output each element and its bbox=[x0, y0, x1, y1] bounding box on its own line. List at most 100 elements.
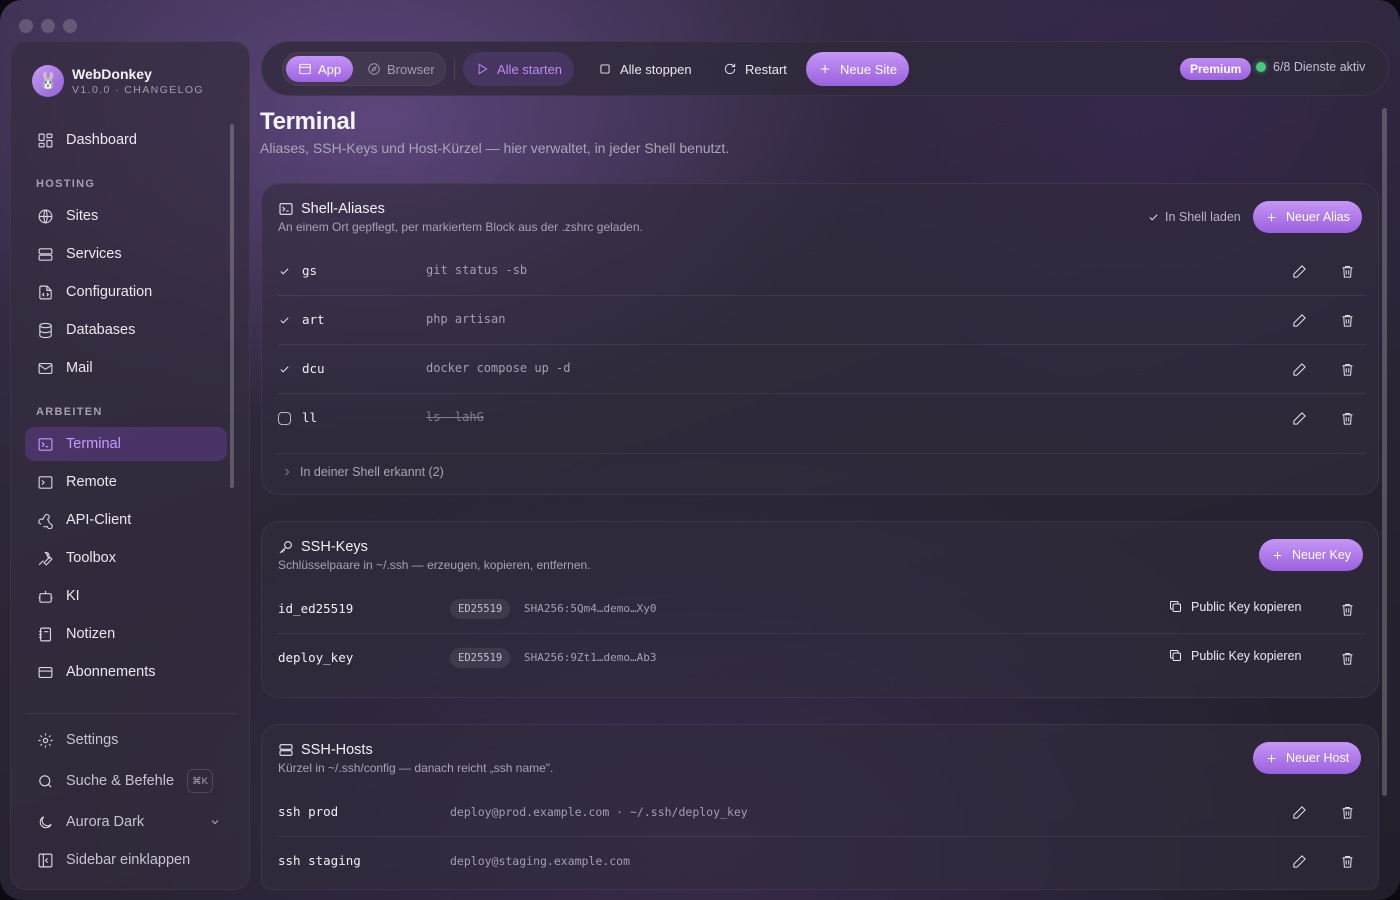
alias-enabled-checkbox[interactable] bbox=[278, 412, 291, 425]
notebook-icon bbox=[39, 627, 52, 641]
key-fingerprint: SHA256:9Zt1…demo…Ab3 bbox=[524, 651, 657, 664]
sidebar-item-api-client[interactable]: API-Client bbox=[25, 503, 227, 537]
collapse-sidebar-button[interactable]: Sidebar einklappen bbox=[25, 843, 227, 877]
minimize-window-button[interactable] bbox=[41, 19, 55, 33]
key-name: deploy_key bbox=[278, 650, 354, 665]
section-hosting: HOSTING bbox=[36, 178, 96, 190]
delete-alias-button[interactable] bbox=[1337, 310, 1357, 330]
sidebar-item-databases[interactable]: Databases bbox=[25, 313, 227, 347]
copy-public-key-button[interactable]: Public Key kopieren bbox=[1168, 648, 1301, 663]
edit-alias-button[interactable] bbox=[1289, 408, 1309, 428]
edit-alias-button[interactable] bbox=[1289, 310, 1309, 330]
theme-selector[interactable]: Aurora Dark bbox=[25, 805, 227, 839]
sidebar-item-sites[interactable]: Sites bbox=[25, 199, 227, 233]
alias-enabled-checkbox[interactable] bbox=[278, 265, 291, 278]
stop-all-button[interactable]: Alle stoppen bbox=[586, 52, 704, 86]
trash-icon bbox=[1342, 603, 1352, 616]
delete-host-button[interactable] bbox=[1337, 851, 1357, 871]
app-version-link[interactable]: V1.0.0 · CHANGELOG bbox=[72, 84, 204, 96]
sidebar-item-ki[interactable]: KI bbox=[25, 579, 227, 613]
load-in-shell-toggle[interactable]: In Shell laden bbox=[1148, 210, 1241, 224]
pencil-icon bbox=[1292, 313, 1306, 327]
alias-enabled-checkbox[interactable] bbox=[278, 314, 291, 327]
zoom-window-button[interactable] bbox=[63, 19, 77, 33]
refresh-icon bbox=[724, 63, 736, 75]
new-host-button[interactable]: Neuer Host bbox=[1253, 742, 1362, 774]
copy-public-key-button[interactable]: Public Key kopieren bbox=[1168, 599, 1301, 614]
sidebar-item-label: Abonnements bbox=[66, 664, 156, 680]
services-status[interactable]: 6/8 Dienste aktiv bbox=[1256, 60, 1365, 74]
trash-icon bbox=[1342, 363, 1352, 376]
edit-alias-button[interactable] bbox=[1289, 261, 1309, 281]
database-icon bbox=[39, 322, 52, 338]
delete-alias-button[interactable] bbox=[1337, 408, 1357, 428]
alias-command: php artisan bbox=[426, 312, 506, 326]
sidebar-item-label: Suche & Befehle bbox=[66, 773, 175, 789]
sidebar-item-label: Configuration bbox=[66, 284, 153, 300]
delete-key-button[interactable] bbox=[1337, 648, 1357, 668]
sidebar-item-label: Dashboard bbox=[66, 132, 137, 148]
browser-mode-button[interactable]: Browser bbox=[355, 56, 447, 82]
terminal-icon bbox=[38, 437, 53, 451]
alias-name: art bbox=[302, 312, 325, 327]
edit-host-button[interactable] bbox=[1289, 802, 1309, 822]
ssh-keys-card: SSH-Keys Schlüsselpaare in ~/.ssh — erze… bbox=[261, 521, 1379, 698]
delete-alias-button[interactable] bbox=[1337, 359, 1357, 379]
delete-alias-button[interactable] bbox=[1337, 261, 1357, 281]
remote-terminal-icon bbox=[38, 475, 53, 489]
new-key-button[interactable]: Neuer Key bbox=[1259, 539, 1364, 571]
sidebar-item-label: Databases bbox=[66, 322, 136, 338]
host-target: deploy@staging.example.com bbox=[450, 854, 631, 868]
ssh-hosts-card: SSH-Hosts Kürzel in ~/.ssh/config — dana… bbox=[261, 724, 1379, 890]
sidebar-scrollbar[interactable] bbox=[230, 124, 234, 488]
edit-host-button[interactable] bbox=[1289, 851, 1309, 871]
sidebar-item-configuration[interactable]: Configuration bbox=[25, 275, 227, 309]
sidebar-item-services[interactable]: Services bbox=[25, 237, 227, 271]
pencil-icon bbox=[1292, 264, 1306, 278]
edit-alias-button[interactable] bbox=[1289, 359, 1309, 379]
alias-row: ll ls -lahG bbox=[278, 394, 1366, 454]
alias-command: ls -lahG bbox=[426, 410, 484, 424]
sidebar-item-settings[interactable]: Settings bbox=[25, 723, 227, 757]
new-site-button[interactable]: Neue Site bbox=[806, 52, 910, 86]
key-type-badge: ED25519 bbox=[450, 648, 511, 668]
sidebar-item-terminal[interactable]: Terminal bbox=[25, 427, 227, 461]
new-alias-button[interactable]: Neuer Alias bbox=[1253, 201, 1362, 233]
pencil-icon bbox=[1292, 805, 1306, 819]
new-host-label: Neuer Host bbox=[1286, 751, 1350, 765]
sidebar-item-search[interactable]: Suche & Befehle ⌘K bbox=[25, 764, 227, 798]
close-window-button[interactable] bbox=[19, 19, 33, 33]
sidebar-item-toolbox[interactable]: Toolbox bbox=[25, 541, 227, 575]
main-scrollbar[interactable] bbox=[1382, 108, 1387, 796]
premium-badge: Premium bbox=[1180, 58, 1252, 80]
key-fingerprint: SHA256:5Qm4…demo…Xy0 bbox=[524, 602, 657, 615]
sidebar-item-remote[interactable]: Remote bbox=[25, 465, 227, 499]
app-mode-button[interactable]: App bbox=[286, 56, 354, 82]
plus-icon bbox=[1267, 213, 1276, 221]
copy-label: Public Key kopieren bbox=[1191, 599, 1302, 614]
restart-button[interactable]: Restart bbox=[711, 52, 799, 86]
alias-enabled-checkbox[interactable] bbox=[278, 363, 291, 376]
detected-label: In deiner Shell erkannt (2) bbox=[300, 465, 444, 479]
detected-aliases-toggle[interactable]: In deiner Shell erkannt (2) bbox=[282, 465, 444, 479]
sidebar-item-notizen[interactable]: Notizen bbox=[25, 617, 227, 651]
sidebar-item-label: Mail bbox=[66, 360, 93, 376]
stop-all-label: Alle stoppen bbox=[620, 61, 692, 77]
pencil-icon bbox=[1292, 362, 1306, 376]
brand[interactable]: 🐰 WebDonkey V1.0.0 · CHANGELOG bbox=[32, 65, 204, 97]
trash-icon bbox=[1342, 652, 1352, 665]
sidebar-item-label: Notizen bbox=[66, 626, 116, 642]
sidebar-item-dashboard[interactable]: Dashboard bbox=[25, 123, 227, 157]
sidebar-item-label: Remote bbox=[66, 474, 117, 490]
delete-key-button[interactable] bbox=[1337, 599, 1357, 619]
trash-icon bbox=[1342, 412, 1352, 425]
start-all-button[interactable]: Alle starten bbox=[463, 52, 575, 86]
sidebar-item-abonnements[interactable]: Abonnements bbox=[25, 655, 227, 689]
theme-label: Aurora Dark bbox=[66, 814, 145, 830]
view-mode-segmented: App Browser bbox=[282, 52, 446, 86]
terminal-icon bbox=[279, 203, 293, 215]
alias-name: dcu bbox=[302, 361, 325, 376]
card-description: An einem Ort gepflegt, per markiertem Bl… bbox=[278, 220, 643, 234]
sidebar-item-mail[interactable]: Mail bbox=[25, 351, 227, 385]
delete-host-button[interactable] bbox=[1337, 802, 1357, 822]
